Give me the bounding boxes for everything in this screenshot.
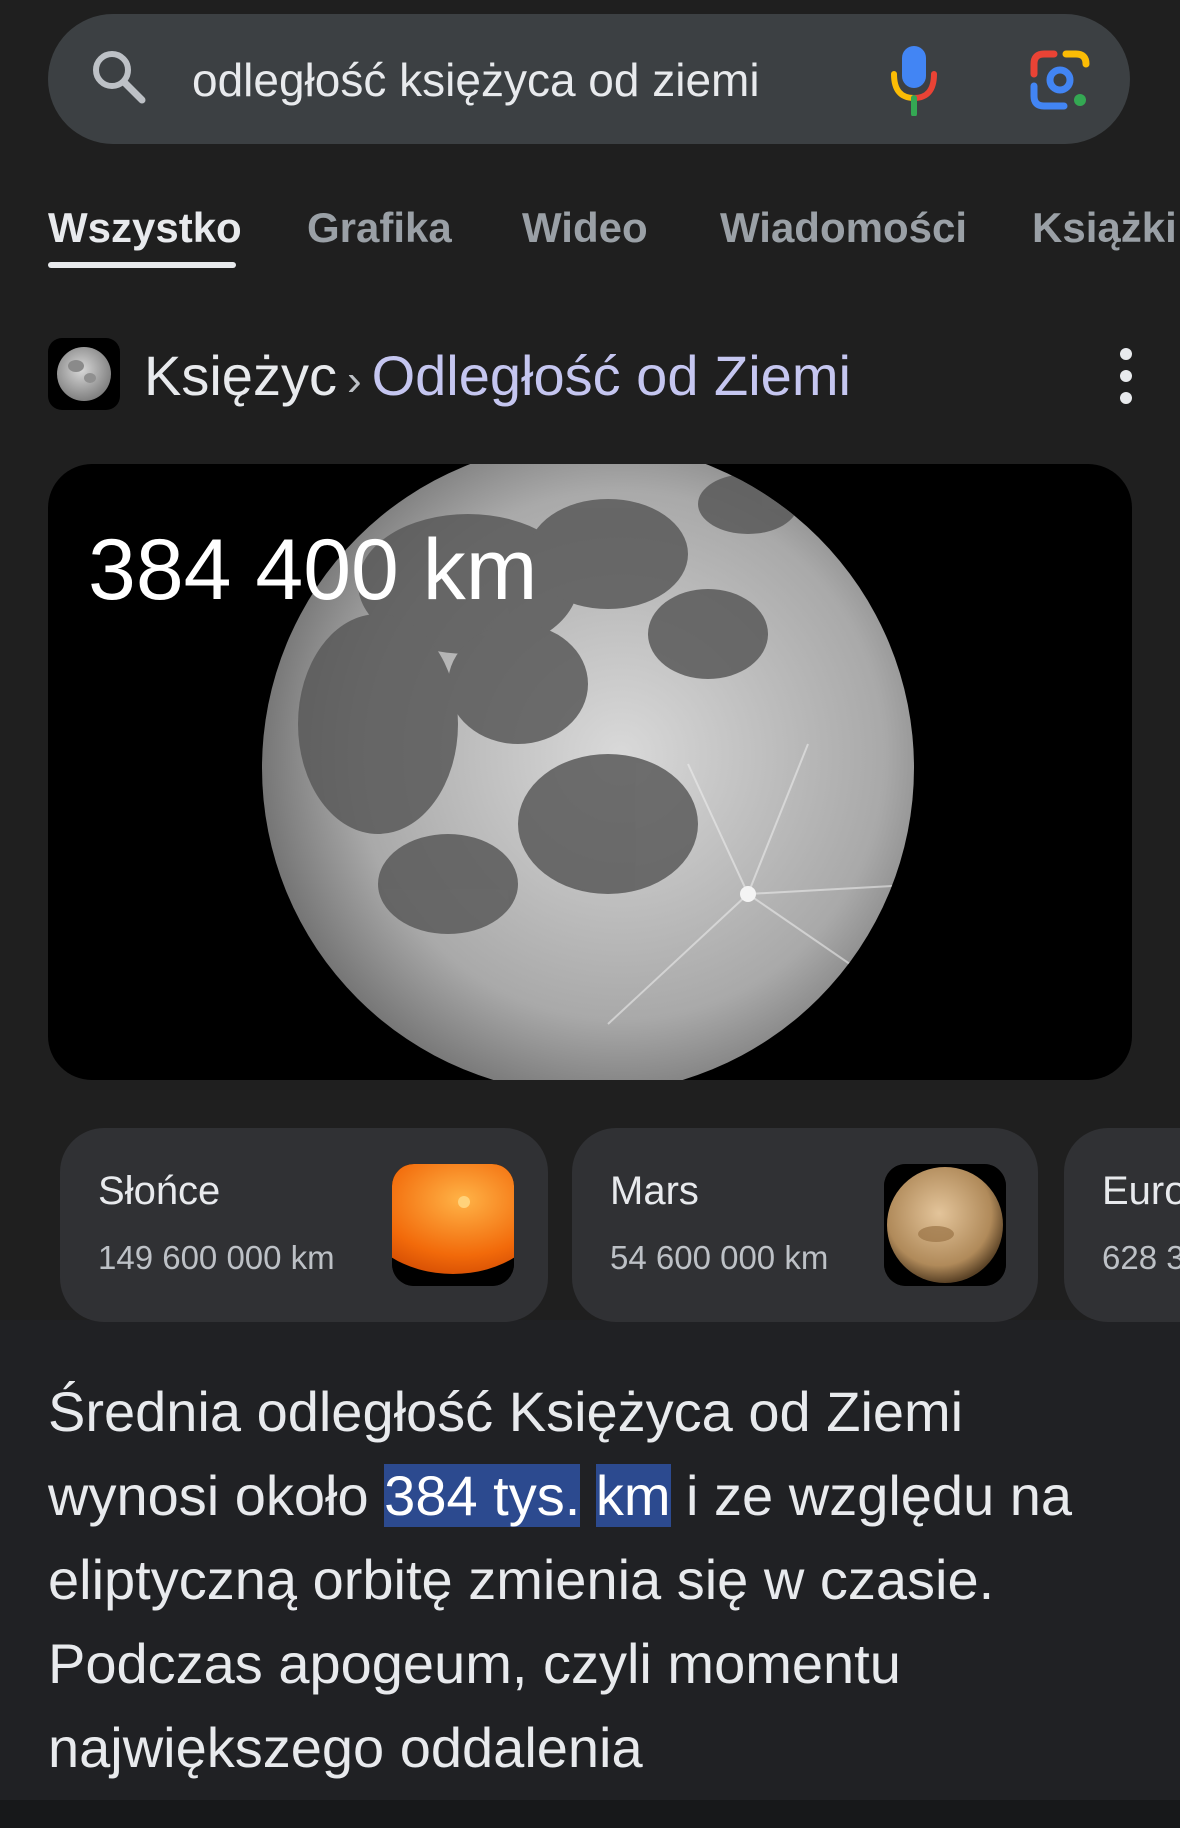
related-card-name: Euro: [1102, 1169, 1180, 1213]
google-lens-icon[interactable]: [1028, 48, 1092, 112]
breadcrumb: Księżyc › Odległość od Ziemi: [144, 340, 851, 417]
highlighted-distance: 384 tys.: [384, 1464, 581, 1527]
microphone-icon[interactable]: [886, 44, 942, 116]
search-input[interactable]: odległość księżyca od ziemi: [192, 48, 760, 112]
related-card-name: Słońce: [98, 1169, 221, 1213]
breadcrumb-attribute: Odległość od Ziemi: [371, 344, 851, 407]
moon-image-card[interactable]: 384 400 km: [48, 464, 1132, 1080]
tab-books[interactable]: Książki: [1032, 200, 1177, 256]
more-options-icon[interactable]: [1108, 346, 1144, 406]
description-space: [580, 1464, 596, 1527]
related-card-value: 54 600 000 km: [610, 1239, 829, 1276]
tab-all[interactable]: Wszystko: [48, 200, 242, 256]
related-card-europa[interactable]: Euro 628 3: [1064, 1128, 1180, 1322]
sun-thumbnail: [392, 1164, 514, 1286]
description-text: Średnia odległość Księżyca od Ziemi wyno…: [48, 1370, 1148, 1790]
search-icon[interactable]: [88, 46, 148, 106]
related-card-value: 628 3: [1102, 1239, 1180, 1276]
active-tab-indicator: [48, 262, 236, 268]
breadcrumb-entity[interactable]: Księżyc: [144, 344, 337, 407]
breadcrumb-separator: ›: [346, 356, 362, 405]
moon-thumbnail[interactable]: [48, 338, 120, 410]
search-tabs: Wszystko Grafika Wideo Wiadomości Książk…: [0, 190, 1180, 280]
related-card-name: Mars: [610, 1169, 699, 1213]
distance-value: 384 400 km: [88, 522, 538, 618]
related-card-value: 149 600 000 km: [98, 1239, 335, 1276]
tab-images[interactable]: Grafika: [307, 200, 452, 256]
tab-news[interactable]: Wiadomości: [720, 200, 967, 256]
bottom-edge: [0, 1800, 1180, 1828]
related-distances-carousel: Słońce 149 600 000 km Mars 54 600 000 km: [0, 1128, 1180, 1324]
related-card-sun[interactable]: Słońce 149 600 000 km: [60, 1128, 548, 1322]
related-card-mars[interactable]: Mars 54 600 000 km: [572, 1128, 1038, 1322]
mars-thumbnail: [884, 1164, 1006, 1286]
highlighted-unit: km: [595, 1464, 671, 1527]
tab-videos[interactable]: Wideo: [522, 200, 648, 256]
